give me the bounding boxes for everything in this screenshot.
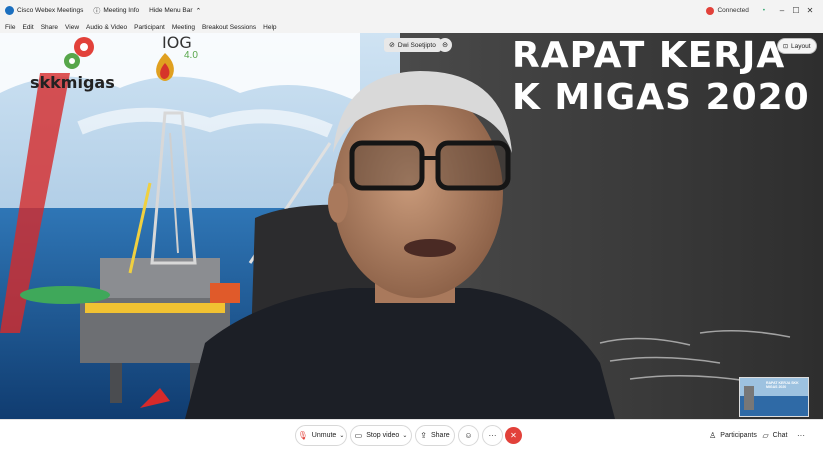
hide-menu-bar-button[interactable]: Hide Menu Bar ⌃ <box>149 7 204 15</box>
person-icon: ♙ <box>709 431 717 440</box>
title-bar: Cisco Webex Meetings ⓘ Meeting Info Hide… <box>0 0 823 21</box>
menu-audio-video[interactable]: Audio & Video <box>86 24 127 31</box>
meeting-controls-bar: 🎙 Unmute ⌄ ▭ Stop video ⌄ ⇪ Share ☺ ··· … <box>0 419 823 450</box>
more-icon: ··· <box>797 431 805 440</box>
leave-meeting-button[interactable]: ✕ <box>505 427 522 444</box>
chat-icon: ▱ <box>762 431 769 440</box>
microphone-muted-icon: 🎙 <box>297 431 308 440</box>
close-icon: ✕ <box>510 431 517 440</box>
close-button[interactable]: ✕ <box>803 6 817 15</box>
chevron-up-icon: ⌃ <box>195 7 202 15</box>
skkmigas-pin-icon <box>64 37 94 69</box>
presenter-name-tag: ⊘ Dwi Soetjipto <box>384 38 441 52</box>
skkmigas-logo: skkmigas <box>30 35 130 95</box>
layout-button[interactable]: ⊡ Layout <box>777 38 817 54</box>
self-view-thumbnail[interactable]: RAPAT KERJA SKK MIGAS 2020 <box>739 377 809 417</box>
skkmigas-logo-text: skkmigas <box>30 73 115 92</box>
more-options-button[interactable]: ··· <box>482 425 503 446</box>
lock-video-button[interactable]: ⊝ <box>438 38 452 52</box>
connection-status-icon <box>706 6 715 15</box>
unmute-button[interactable]: 🎙 Unmute ⌄ <box>295 425 347 446</box>
layout-icon: ⊡ <box>783 43 789 50</box>
stop-video-button[interactable]: ▭ Stop video ⌄ <box>350 425 412 446</box>
lock-icon: ⊝ <box>442 42 448 49</box>
share-icon: ⇪ <box>420 431 427 440</box>
menu-edit[interactable]: Edit <box>22 24 33 31</box>
info-icon: ⓘ <box>93 7 101 15</box>
menu-bar: File Edit Share View Audio & Video Parti… <box>0 21 823 33</box>
more-icon: ··· <box>488 431 497 440</box>
video-stage: skkmigas IOG 4.0 RAPAT KERJA K MIGAS 202… <box>0 33 823 419</box>
participants-button[interactable]: ♙ Participants <box>708 425 758 446</box>
app-title: Cisco Webex Meetings <box>17 7 84 14</box>
menu-participant[interactable]: Participant <box>134 24 165 31</box>
menu-view[interactable]: View <box>65 24 79 31</box>
reactions-button[interactable]: ☺ <box>458 425 479 446</box>
meeting-info-button[interactable]: ⓘ Meeting Info <box>93 6 139 16</box>
maximize-button[interactable]: ☐ <box>789 6 803 15</box>
menu-meeting[interactable]: Meeting <box>172 24 195 31</box>
headline-line-2: K MIGAS 2020 <box>512 77 810 118</box>
smiley-icon: ☺ <box>464 431 473 440</box>
menu-help[interactable]: Help <box>263 24 276 31</box>
chevron-down-icon: ⌄ <box>339 433 345 439</box>
webex-logo-icon <box>5 6 14 15</box>
camera-icon: ▭ <box>354 431 363 440</box>
menu-breakout-sessions[interactable]: Breakout Sessions <box>202 24 256 31</box>
headline-line-1: RAPAT KERJA <box>512 35 786 76</box>
menu-file[interactable]: File <box>5 24 15 31</box>
thumbnail-text: RAPAT KERJA SKK MIGAS 2020 <box>766 381 799 389</box>
chevron-down-icon: ⌄ <box>402 433 408 439</box>
minimize-button[interactable]: – <box>775 6 789 15</box>
connection-status[interactable]: Connected <box>717 7 748 14</box>
panel-more-button[interactable]: ··· <box>793 425 809 446</box>
share-button[interactable]: ⇪ Share <box>415 425 455 446</box>
chat-button[interactable]: ▱ Chat <box>760 425 790 446</box>
audio-status-icon: ⊘ <box>389 42 395 49</box>
iog-logo: IOG 4.0 <box>150 33 210 93</box>
connection-dropdown-icon[interactable]: • <box>763 8 765 14</box>
flame-icon <box>156 53 174 81</box>
menu-share[interactable]: Share <box>41 24 58 31</box>
